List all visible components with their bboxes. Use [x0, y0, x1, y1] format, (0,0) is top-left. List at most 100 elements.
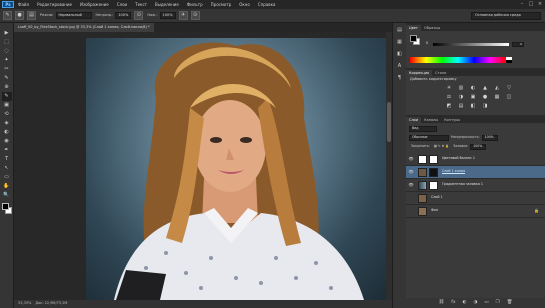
gradient-tool-icon[interactable]: ◐	[2, 128, 12, 137]
foreground-color-swatch[interactable]	[1, 203, 9, 210]
tab-styles[interactable]: Стили	[432, 70, 449, 77]
panel-color-swatches[interactable]	[410, 35, 420, 45]
menu-view[interactable]: Просмотр	[207, 2, 236, 7]
layer-name[interactable]: Градиентная заливка 1	[442, 183, 483, 187]
add-mask-icon[interactable]: ◐	[463, 300, 467, 306]
mode-select[interactable]: Нормальный	[55, 12, 92, 19]
menu-image[interactable]: Изображение	[76, 2, 113, 7]
k-slider-track[interactable]	[433, 42, 509, 46]
document-tab[interactable]: Lsoff_00_by_FlexStock_stock.jpg @ 33,3% …	[14, 23, 154, 32]
blend-mode-select[interactable]: Обычные	[409, 134, 449, 141]
menu-file[interactable]: Файл	[14, 2, 33, 7]
quick-select-tool-icon[interactable]: ✦	[2, 56, 12, 65]
healing-tool-icon[interactable]: ⊕	[2, 83, 12, 92]
brush-tool-icon[interactable]: ✎	[1, 92, 12, 101]
crop-tool-icon[interactable]: ✂	[2, 65, 12, 74]
layer-opacity-input[interactable]: 100%	[481, 134, 498, 141]
tab-channels[interactable]: Каналы	[421, 117, 441, 124]
layer-row[interactable]: Фон 🔒	[406, 205, 545, 218]
menu-window[interactable]: Окно	[235, 2, 254, 7]
layer-kind-filter[interactable]: Вид	[409, 125, 437, 132]
hand-tool-icon[interactable]: ✋	[2, 182, 12, 191]
layer-row[interactable]: Слой 1	[406, 192, 545, 205]
brush-tool-preset-icon[interactable]: ✎	[3, 11, 12, 20]
black-white-ramp[interactable]	[506, 57, 512, 63]
eye-icon[interactable]: 👁	[407, 183, 415, 187]
pen-tool-icon[interactable]: ✒	[2, 146, 12, 155]
black-white-adjust-icon[interactable]: ◑	[456, 94, 466, 101]
tab-swatches[interactable]: Образцы	[421, 25, 443, 32]
layer-row[interactable]: 👁 Градиентная заливка 1	[406, 179, 545, 192]
photo-filter-adjust-icon[interactable]: ▣	[468, 94, 478, 101]
tab-layers[interactable]: Слои	[406, 116, 422, 123]
stamp-tool-icon[interactable]: ▣	[2, 101, 12, 110]
fill-input[interactable]: 100%	[470, 143, 487, 150]
flow-input[interactable]: 100%	[159, 12, 176, 19]
swatches-panel-icon[interactable]: ▦	[395, 38, 405, 47]
hue-saturation-adjust-icon[interactable]: ▽	[504, 85, 514, 92]
threshold-adjust-icon[interactable]: ▤	[456, 103, 466, 110]
dodge-tool-icon[interactable]: ◉	[2, 137, 12, 146]
menu-help[interactable]: Справка	[254, 2, 280, 7]
layer-mask-thumb[interactable]	[429, 154, 438, 164]
canvas-area[interactable]	[14, 32, 392, 300]
history-brush-tool-icon[interactable]: ⟲	[2, 110, 12, 119]
pressure-opacity-icon[interactable]: ⊙	[134, 11, 144, 20]
layer-mask-thumb[interactable]	[429, 167, 438, 177]
layer-name[interactable]: Фон	[431, 209, 438, 213]
invert-adjust-icon[interactable]: ◫	[504, 94, 514, 101]
brush-panel-icon[interactable]: ▤	[27, 11, 36, 20]
eraser-tool-icon[interactable]: ◈	[2, 119, 12, 128]
brightness-adjust-icon[interactable]: ☀	[444, 85, 454, 92]
posterize-adjust-icon[interactable]: ◩	[444, 103, 454, 110]
lock-icons[interactable]: ▦ ✎ ✥ 🔒	[434, 144, 449, 148]
zoom-level[interactable]: 33,33%	[18, 302, 31, 306]
trash-icon[interactable]: 🗑	[507, 300, 513, 306]
layer-name[interactable]: Цветовой баланс 1	[442, 157, 475, 161]
layer-mask-thumb[interactable]	[429, 180, 438, 190]
eye-icon[interactable]: 👁	[407, 170, 415, 174]
selective-color-adjust-icon[interactable]: ◨	[480, 103, 490, 110]
layer-name[interactable]: Слой 1 копия	[442, 170, 465, 174]
curves-adjust-icon[interactable]: ◐	[468, 85, 478, 92]
document-canvas-image[interactable]	[86, 38, 388, 300]
maximize-icon[interactable]: □	[528, 1, 534, 7]
scrollbar-thumb[interactable]	[387, 102, 391, 142]
gradient-map-adjust-icon[interactable]: ◧	[468, 103, 478, 110]
layer-style-icon[interactable]: fx	[451, 300, 455, 306]
opacity-input[interactable]: 100%	[115, 12, 132, 19]
minimize-icon[interactable]: –	[519, 1, 525, 7]
tab-color[interactable]: Цвет	[406, 24, 421, 31]
move-tool-icon[interactable]: ▶	[2, 29, 12, 38]
marquee-tool-icon[interactable]: ⬚	[2, 38, 12, 47]
new-adjustment-icon[interactable]: ◑	[473, 300, 477, 306]
menu-layers[interactable]: Слои	[113, 2, 131, 7]
menu-select[interactable]: Выделение	[151, 2, 183, 7]
brush-size-icon[interactable]: ●	[15, 11, 24, 20]
color-balance-adjust-icon[interactable]: ⚖	[444, 94, 454, 101]
shape-tool-icon[interactable]: ▭	[2, 173, 12, 182]
channel-mixer-adjust-icon[interactable]: ●	[480, 94, 490, 101]
zoom-tool-icon[interactable]: 🔍	[2, 191, 12, 200]
character-panel-icon[interactable]: A	[395, 62, 405, 71]
new-group-icon[interactable]: ▭	[484, 300, 488, 306]
eye-icon[interactable]: 👁	[407, 157, 415, 161]
levels-adjust-icon[interactable]: ▥	[456, 85, 466, 92]
pressure-size-icon[interactable]: ⊙	[190, 11, 200, 20]
vibrance-adjust-icon[interactable]: ◭	[492, 85, 502, 92]
k-slider-value[interactable]: 0	[512, 41, 524, 47]
menu-edit[interactable]: Редактирование	[33, 2, 76, 7]
color-swatches[interactable]	[1, 203, 13, 215]
exposure-adjust-icon[interactable]: ▲	[480, 85, 490, 92]
paragraph-panel-icon[interactable]: ¶	[395, 74, 405, 83]
menu-filter[interactable]: Фильтр	[183, 2, 207, 7]
color-spectrum-ramp[interactable]	[410, 57, 506, 63]
color-lookup-adjust-icon[interactable]: ▦	[492, 94, 502, 101]
layer-row[interactable]: 👁 Цветовой баланс 1	[406, 153, 545, 166]
layer-row[interactable]: 👁 Слой 1 копия	[406, 166, 545, 179]
workspace-select[interactable]: Основная рабочая среда	[471, 12, 541, 20]
link-layers-icon[interactable]: ⛓	[439, 300, 445, 306]
tab-paths[interactable]: Контуры	[441, 117, 463, 124]
lasso-tool-icon[interactable]: ◌	[2, 47, 12, 56]
airbrush-icon[interactable]: ✈	[178, 11, 188, 20]
